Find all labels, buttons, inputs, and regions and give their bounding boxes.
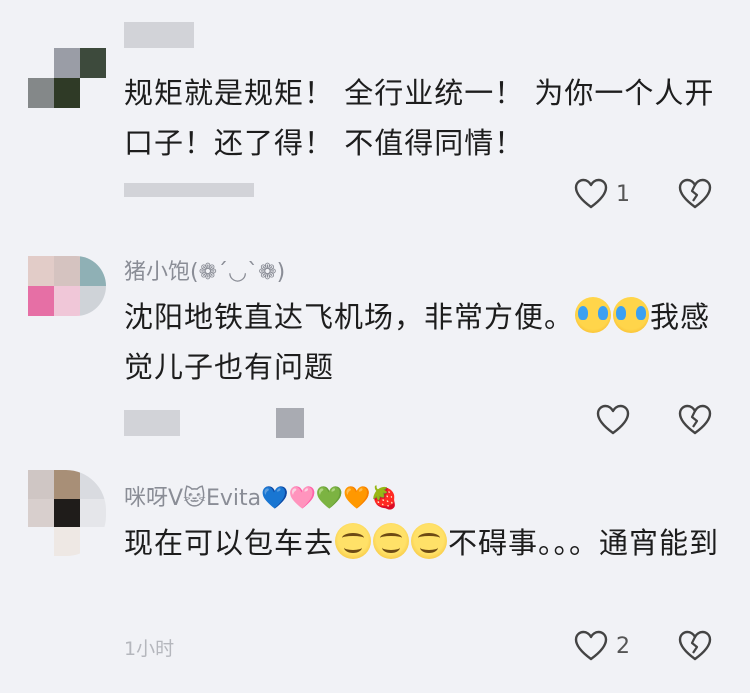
comment-feed: 规矩就是规矩！ 全行业统一！ 为你一个人开口子！还了得！ 不值得同情！ 1 猪小… bbox=[0, 0, 750, 693]
username[interactable]: 咪呀V🐱Evita💙🩷💚🧡🍓 bbox=[124, 480, 398, 512]
comment-text: 现在可以包车去 不碍事。。。通宵能到 bbox=[124, 518, 724, 568]
avatar[interactable] bbox=[28, 470, 106, 556]
broken-heart-icon bbox=[678, 404, 712, 435]
comment-text: 沈阳地铁直达飞机场，非常方便。 我感觉儿子也有问题 bbox=[124, 292, 724, 392]
comment-actions: 1 bbox=[560, 174, 730, 214]
heart-outline-icon bbox=[574, 178, 608, 209]
broken-heart-icon bbox=[678, 630, 712, 661]
avatar[interactable] bbox=[28, 256, 106, 316]
comment-actions bbox=[560, 400, 730, 440]
comment-meta bbox=[124, 408, 305, 438]
comment-meta: 1小时 bbox=[124, 638, 175, 660]
dislike-button[interactable] bbox=[678, 174, 714, 214]
broken-heart-icon bbox=[678, 178, 712, 209]
dislike-button[interactable] bbox=[678, 400, 714, 440]
comment-text: 规矩就是规矩！ 全行业统一！ 为你一个人开口子！还了得！ 不值得同情！ bbox=[124, 76, 715, 160]
comment-meta bbox=[124, 178, 254, 200]
avatar[interactable] bbox=[28, 48, 106, 108]
blurred-username bbox=[124, 22, 194, 48]
like-button[interactable]: 2 bbox=[574, 626, 630, 666]
like-button[interactable] bbox=[596, 400, 638, 440]
crying-laughing-emoji-icon bbox=[575, 297, 612, 333]
like-count: 2 bbox=[616, 633, 630, 659]
like-count: 1 bbox=[616, 181, 630, 207]
heart-outline-icon bbox=[574, 630, 608, 661]
like-button[interactable]: 1 bbox=[574, 174, 630, 214]
crying-laughing-emoji-icon bbox=[613, 297, 650, 333]
smirk-emoji-icon bbox=[373, 523, 410, 559]
comment-actions: 2 bbox=[560, 626, 730, 666]
smirk-emoji-icon bbox=[335, 523, 372, 559]
smirk-emoji-icon bbox=[411, 523, 448, 559]
username[interactable] bbox=[124, 22, 194, 48]
username[interactable]: 猪小饱(❁´◡`❁) bbox=[124, 254, 285, 286]
blurred-timestamp bbox=[124, 182, 254, 197]
heart-outline-icon bbox=[596, 404, 630, 435]
dislike-button[interactable] bbox=[678, 626, 714, 666]
blurred-timestamp bbox=[124, 410, 180, 436]
blurred-location bbox=[276, 408, 305, 438]
